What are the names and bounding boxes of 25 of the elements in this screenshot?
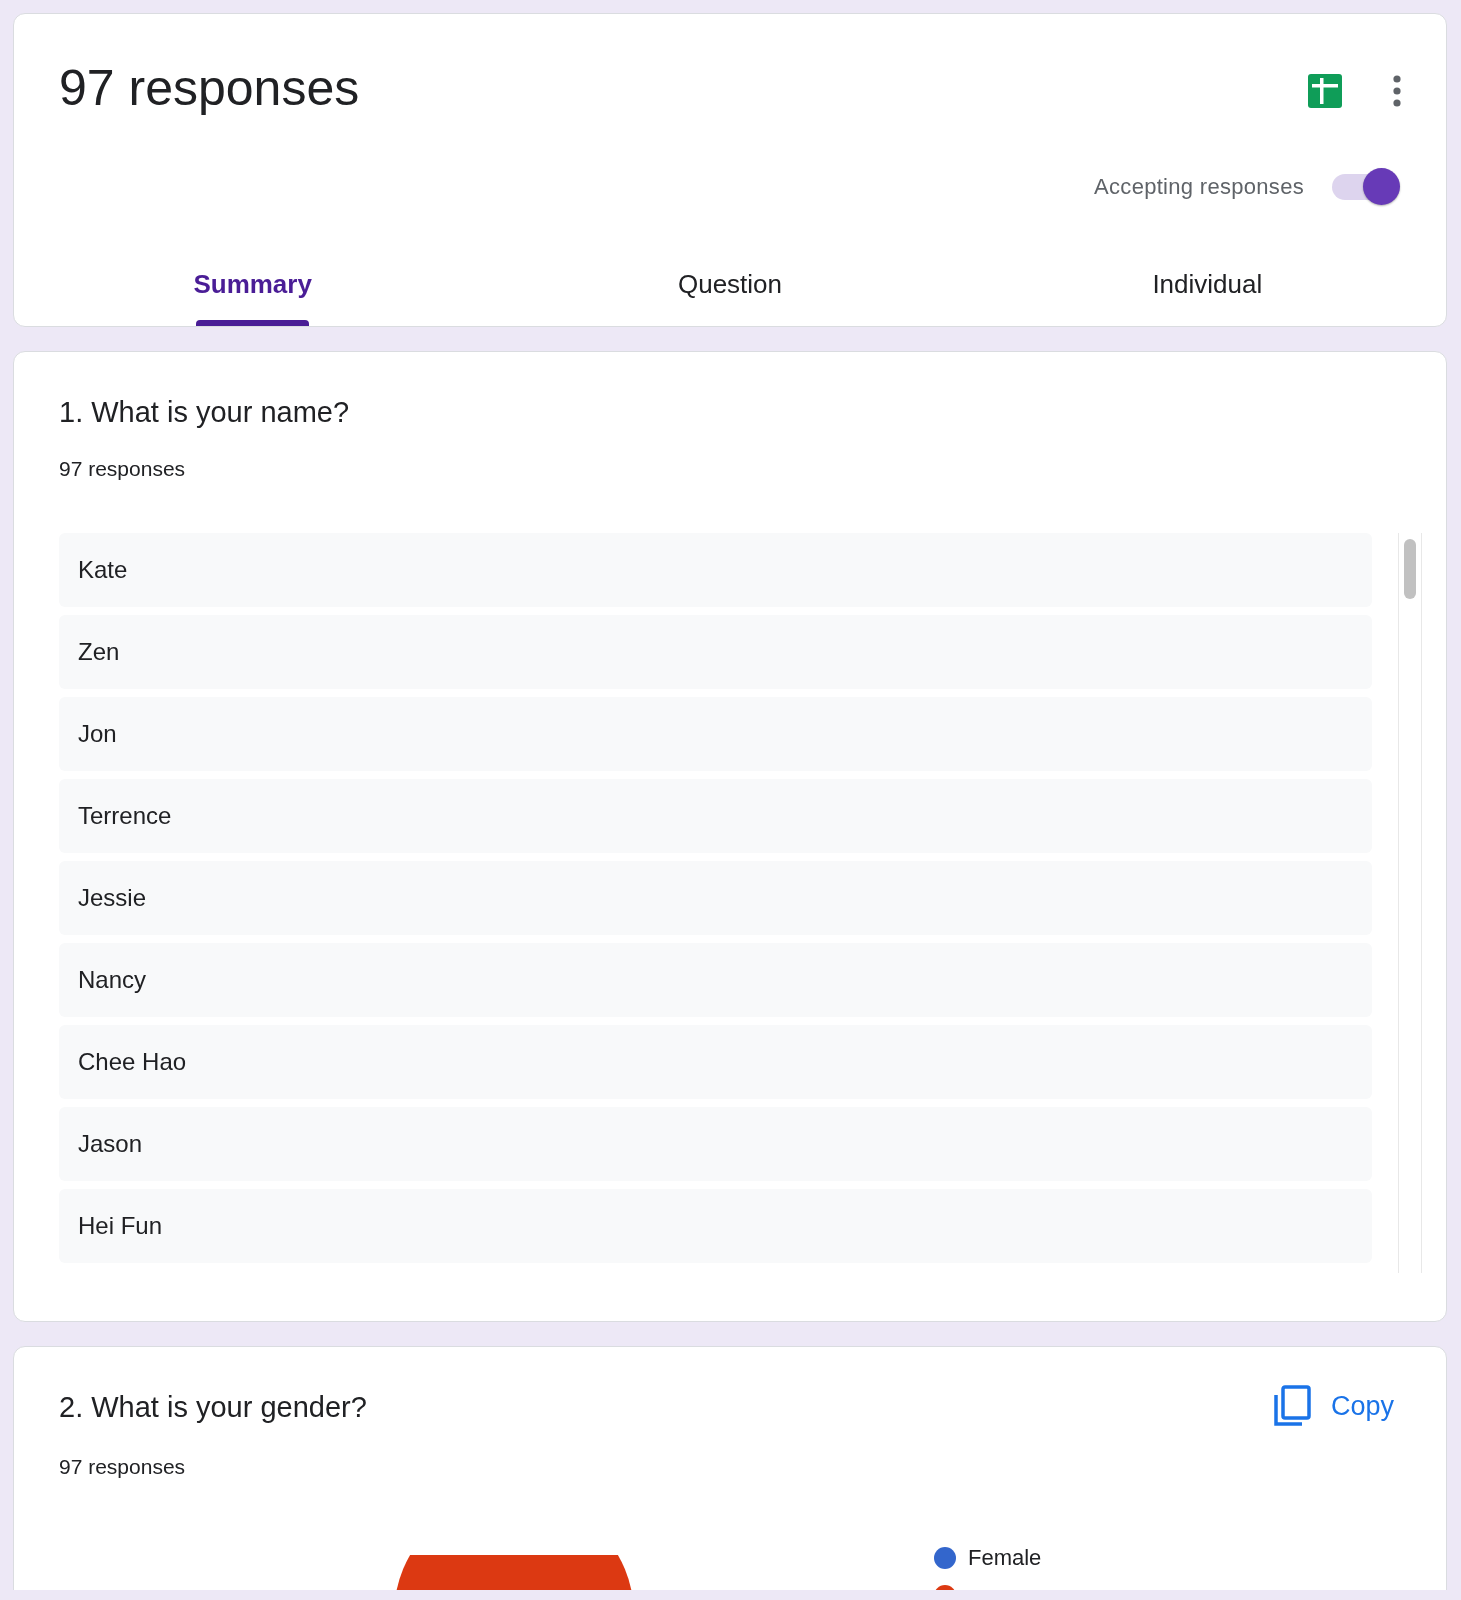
accepting-label: Accepting responses — [1094, 174, 1304, 200]
answer-row: Jessie — [59, 861, 1372, 935]
answer-row: Terrence — [59, 779, 1372, 853]
answer-row: Jason — [59, 1107, 1372, 1181]
more-icon[interactable] — [1392, 75, 1402, 107]
answer-row: Zen — [59, 615, 1372, 689]
legend-label: Female — [968, 1545, 1042, 1571]
accepting-toggle[interactable] — [1332, 167, 1402, 207]
answer-row: Chee Hao — [59, 1025, 1372, 1099]
tab[interactable]: Question — [677, 269, 783, 326]
answer-row: Kate — [59, 533, 1372, 607]
answer-row: Jon — [59, 697, 1372, 771]
answer-row: Nancy — [59, 943, 1372, 1017]
copy-icon — [1272, 1385, 1311, 1427]
spreadsheet-icon[interactable] — [1308, 74, 1342, 108]
response-count: 97 responses — [58, 456, 187, 481]
response-count: 97 responses — [58, 1454, 187, 1479]
question-title: 1. What is your name? — [59, 396, 350, 429]
copy-button[interactable]: Copy — [1272, 1385, 1394, 1427]
scrollbar[interactable] — [1398, 533, 1422, 1273]
question-title: 2. What is your gender? — [59, 1391, 367, 1424]
tab[interactable]: Individual — [1152, 269, 1263, 326]
tab[interactable]: Summary — [193, 269, 312, 326]
page-title: 97 responses — [59, 59, 360, 117]
answer-row: Hei Fun — [59, 1189, 1372, 1263]
